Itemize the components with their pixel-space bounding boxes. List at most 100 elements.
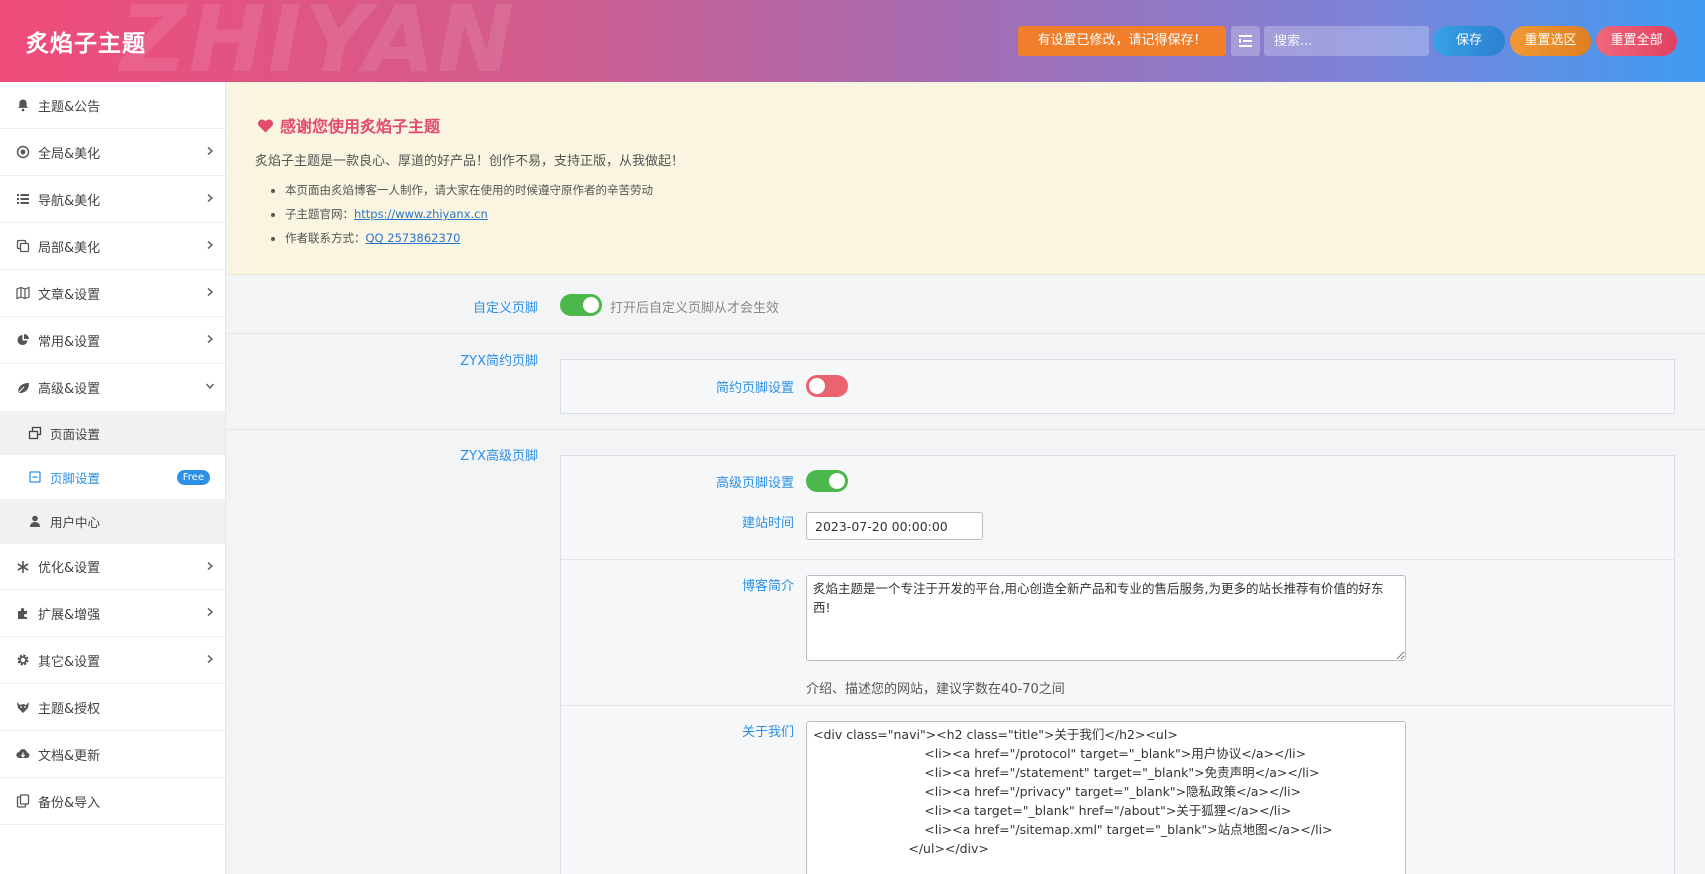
- custom-footer-label: 自定义页脚: [472, 301, 538, 316]
- official-site-link[interactable]: https://www.zhiyanx.cn: [354, 207, 488, 221]
- unsaved-changes-notice: 有设置已修改，请记得保存！: [1018, 26, 1226, 56]
- toggle-knob: [829, 473, 845, 489]
- sidebar-item-global[interactable]: 全局&美化: [0, 129, 225, 176]
- simple-footer-toggle[interactable]: [806, 375, 848, 397]
- sidebar-item-label: 主题&授权: [38, 701, 101, 717]
- sidebar-item-label: 主题&公告: [38, 99, 101, 115]
- sub-item-user-center[interactable]: 用户中心: [0, 499, 225, 543]
- gear-icon: [16, 653, 30, 667]
- sidebar-item-backup[interactable]: 备份&导入: [0, 778, 225, 825]
- sidebar-item-label: 扩展&增强: [38, 607, 101, 623]
- sidebar-item-theme-notice[interactable]: 主题&公告: [0, 82, 225, 129]
- window-restore-icon: [28, 426, 42, 440]
- sub-item-label: 页面设置: [50, 426, 101, 442]
- notice-description: 炙焰子主题是一款良心、厚道的好产品！创作不易，支持正版，从我做起！: [255, 154, 685, 169]
- save-button[interactable]: 保存: [1433, 26, 1505, 56]
- copy-icon: [16, 239, 30, 253]
- sidebar-item-label: 其它&设置: [38, 654, 101, 670]
- simple-footer-label: ZYX简约页脚: [460, 354, 538, 369]
- sidebar-item-local[interactable]: 局部&美化: [0, 223, 225, 270]
- divider: [561, 559, 1674, 560]
- simple-footer-group: 简约页脚设置: [560, 359, 1675, 414]
- blog-intro-label: 博客简介: [741, 579, 794, 594]
- heart-icon: [257, 118, 274, 132]
- sidebar-item-label: 优化&设置: [38, 561, 101, 576]
- sub-item-label: 用户中心: [50, 514, 101, 530]
- pie-chart-icon: [16, 333, 30, 347]
- custom-footer-toggle[interactable]: [560, 294, 602, 316]
- bell-icon: [16, 98, 30, 112]
- snowflake-icon: [16, 560, 30, 574]
- advanced-footer-label: ZYX高级页脚: [460, 449, 538, 464]
- chevron-right-icon: [207, 240, 214, 250]
- puzzle-icon: [16, 606, 30, 620]
- list-toggle-icon: [1239, 35, 1252, 47]
- target-icon: [16, 145, 30, 159]
- chevron-right-icon: [207, 654, 214, 664]
- sidebar-item-advanced[interactable]: 高级&设置: [0, 364, 225, 411]
- notice-bullet: 子主题官网：https://www.zhiyanx.cn: [285, 202, 653, 226]
- notice-bullet-text: 本页面由炙焰博客一人制作，请大家在使用的时候遵守原作者的辛苦劳动: [285, 183, 653, 197]
- minus-square-icon: [28, 470, 42, 484]
- notice-bullet: 作者联系方式：QQ 2573862370: [285, 226, 653, 250]
- sidebar-item-other[interactable]: 其它&设置: [0, 637, 225, 684]
- sidebar: 主题&公告 全局&美化 导航&美化 局部&美化 文章&设置 常用&设置 高级&设…: [0, 82, 226, 874]
- chevron-right-icon: [207, 146, 214, 156]
- brand-title: 炙焰子主题: [26, 31, 146, 57]
- simple-footer-setting-label: 简约页脚设置: [715, 381, 794, 396]
- custom-footer-hint: 打开后自定义页脚从才会生效: [610, 301, 780, 316]
- notice-bullet-text: 作者联系方式：: [285, 231, 366, 245]
- about-us-textarea[interactable]: <div class="navi"><h2 class="title">关于我们…: [806, 721, 1406, 874]
- chevron-right-icon: [207, 287, 214, 297]
- sub-item-footer-settings[interactable]: 页脚设置 Free: [0, 455, 225, 499]
- header-watermark: ZHIYAN: [120, 0, 516, 82]
- toggle-knob: [809, 378, 825, 394]
- sidebar-item-license[interactable]: 主题&授权: [0, 684, 225, 731]
- search-input[interactable]: [1264, 26, 1429, 56]
- blog-intro-hint: 介绍、描述您的网站，建议字数在40-70之间: [806, 682, 1065, 697]
- sidebar-item-label: 常用&设置: [38, 334, 101, 350]
- sidebar-item-common[interactable]: 常用&设置: [0, 317, 225, 364]
- build-time-label: 建站时间: [741, 516, 794, 531]
- blog-intro-textarea[interactable]: 炙焰主题是一个专注于开发的平台,用心创造全新产品和专业的售后服务,为更多的站长推…: [806, 575, 1406, 661]
- sidebar-item-label: 文章&设置: [38, 287, 101, 303]
- chevron-right-icon: [207, 607, 214, 617]
- sidebar-item-nav[interactable]: 导航&美化: [0, 176, 225, 223]
- main-content: 感谢您使用炙焰子主题 炙焰子主题是一款良心、厚道的好产品！创作不易，支持正版，从…: [227, 82, 1705, 874]
- notice-title: 感谢您使用炙焰子主题: [257, 113, 440, 137]
- sidebar-item-article[interactable]: 文章&设置: [0, 270, 225, 317]
- build-time-input[interactable]: [806, 512, 983, 540]
- chevron-right-icon: [207, 193, 214, 203]
- chevron-down-icon: [205, 383, 215, 390]
- map-icon: [16, 286, 30, 300]
- notice-bullet: 本页面由炙焰博客一人制作，请大家在使用的时候遵守原作者的辛苦劳动: [285, 178, 653, 202]
- sub-item-page-settings[interactable]: 页面设置: [0, 411, 225, 455]
- reset-section-button[interactable]: 重置选区: [1510, 26, 1591, 56]
- about-us-label: 关于我们: [741, 725, 794, 740]
- sidebar-item-label: 文档&更新: [38, 748, 101, 764]
- notice-bullet-text: 子主题官网：: [285, 207, 354, 221]
- leaf-icon: [16, 381, 30, 395]
- advanced-footer-row: ZYX高级页脚 高级页脚设置 建站时间 博客简介 炙焰主题是一个专注于开发的平台…: [227, 431, 1705, 874]
- sidebar-item-label: 导航&美化: [38, 193, 101, 209]
- welcome-notice: 感谢您使用炙焰子主题 炙焰子主题是一款良心、厚道的好产品！创作不易，支持正版，从…: [227, 82, 1705, 275]
- expand-all-button[interactable]: [1231, 26, 1260, 56]
- sidebar-item-label: 局部&美化: [38, 240, 101, 256]
- top-header: ZHIYAN 炙焰子主题 有设置已修改，请记得保存！ 保存 重置选区 重置全部: [0, 0, 1705, 82]
- sidebar-item-optimize[interactable]: 优化&设置: [0, 543, 225, 590]
- cloud-download-icon: [16, 747, 30, 761]
- advanced-footer-setting-label: 高级页脚设置: [715, 476, 794, 491]
- sidebar-item-docs[interactable]: 文档&更新: [0, 731, 225, 778]
- chevron-right-icon: [207, 334, 214, 344]
- author-contact-link[interactable]: QQ 2573862370: [366, 231, 461, 245]
- divider: [561, 705, 1674, 706]
- list-icon: [16, 192, 30, 206]
- sidebar-item-label: 全局&美化: [38, 146, 101, 162]
- sub-item-label: 页脚设置: [50, 470, 101, 486]
- sidebar-item-label: 高级&设置: [38, 382, 101, 397]
- advanced-footer-toggle[interactable]: [806, 470, 848, 492]
- clipboard-icon: [16, 794, 30, 808]
- sidebar-item-extend[interactable]: 扩展&增强: [0, 590, 225, 637]
- reset-all-button[interactable]: 重置全部: [1596, 26, 1677, 56]
- wolf-icon: [16, 700, 30, 714]
